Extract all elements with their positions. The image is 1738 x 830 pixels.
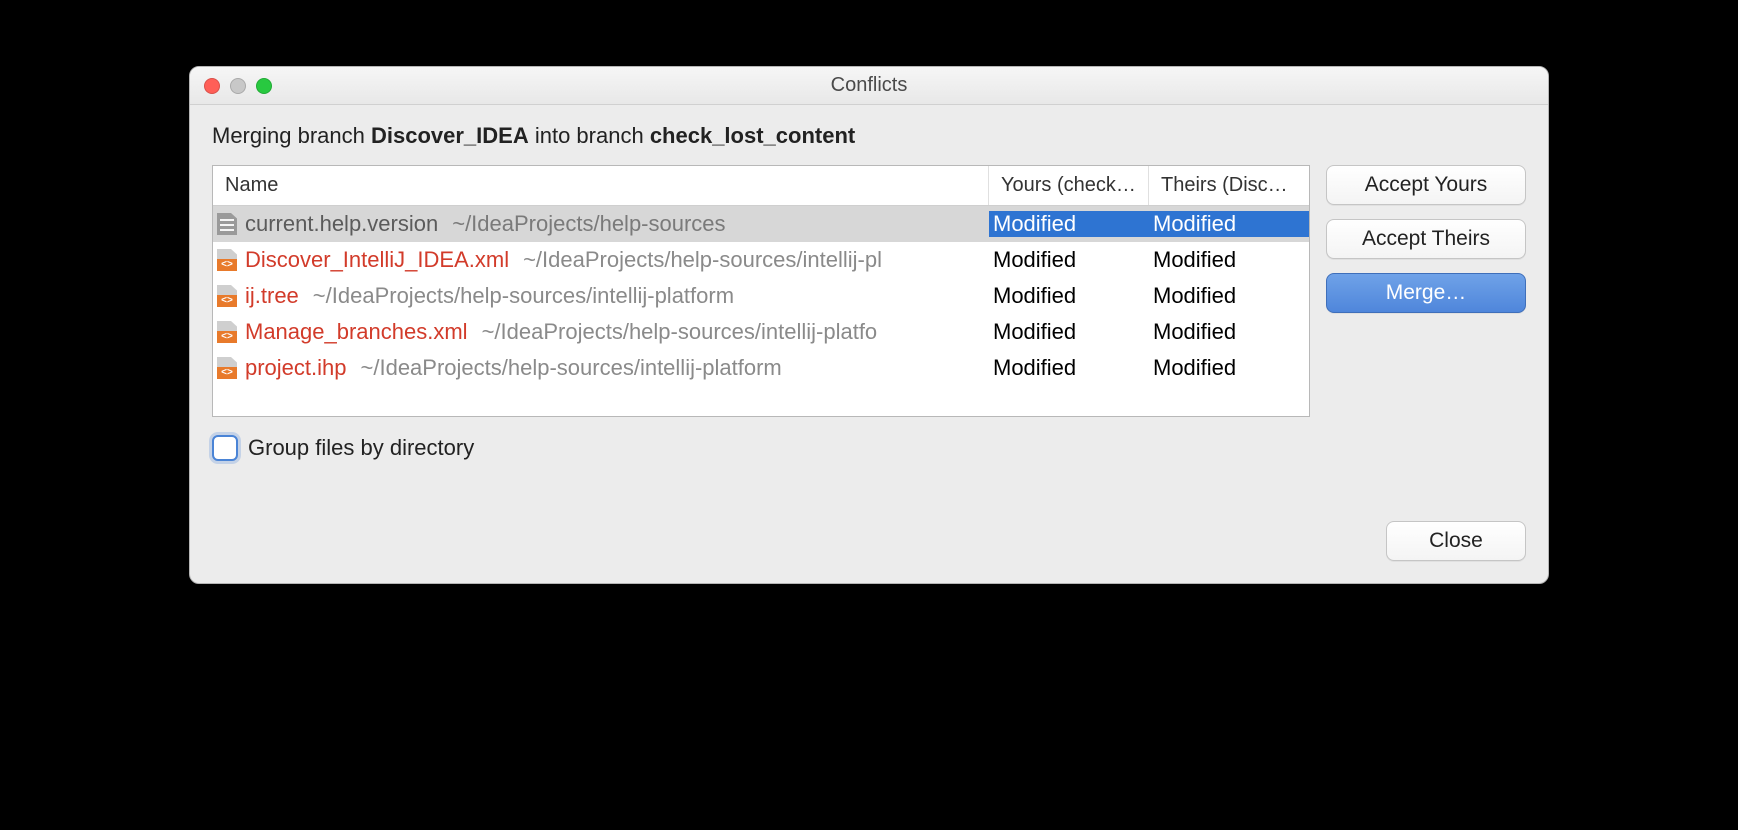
close-button[interactable]: Close [1386, 521, 1526, 561]
cell-yours: Modified [989, 319, 1149, 345]
window-title: Conflicts [190, 74, 1548, 97]
cell-name: project.ihp ~/IdeaProjects/help-sources/i… [213, 355, 989, 381]
file-name: Manage_branches.xml [245, 319, 468, 345]
cell-name: Manage_branches.xml ~/IdeaProjects/help-s… [213, 319, 989, 345]
group-by-directory-checkbox[interactable] [212, 435, 238, 461]
table-header: Name Yours (check_… Theirs (Discov… [213, 166, 1309, 206]
file-name: ij.tree [245, 283, 299, 309]
titlebar[interactable]: Conflicts [190, 67, 1548, 105]
cell-theirs: Modified [1149, 211, 1309, 237]
table-row[interactable]: Discover_IntelliJ_IDEA.xml ~/IdeaProjects… [213, 242, 1309, 278]
cell-theirs: Modified [1149, 247, 1309, 273]
maximize-window-icon[interactable] [256, 78, 272, 94]
cell-theirs: Modified [1149, 319, 1309, 345]
cell-name: ij.tree ~/IdeaProjects/help-sources/intel… [213, 283, 989, 309]
merge-source-branch: Discover_IDEA [371, 123, 529, 148]
column-header-yours[interactable]: Yours (check_… [989, 166, 1149, 205]
cell-yours: Modified [989, 355, 1149, 381]
cell-theirs: Modified [1149, 355, 1309, 381]
table-row[interactable]: Manage_branches.xml ~/IdeaProjects/help-s… [213, 314, 1309, 350]
file-path: ~/IdeaProjects/help-sources/intellij-pla… [482, 319, 878, 345]
column-header-theirs[interactable]: Theirs (Discov… [1149, 166, 1309, 205]
xml-file-icon [217, 321, 237, 343]
xml-file-icon [217, 285, 237, 307]
merge-middle: into branch [529, 123, 650, 148]
file-path: ~/IdeaProjects/help-sources/intellij-pla… [313, 283, 734, 309]
merge-message: Merging branch Discover_IDEA into branch… [212, 123, 1526, 149]
cell-yours: Modified [989, 283, 1149, 309]
xml-file-icon [217, 249, 237, 271]
accept-yours-button[interactable]: Accept Yours [1326, 165, 1526, 205]
file-path: ~/IdeaProjects/help-sources/intellij-pla… [361, 355, 782, 381]
cell-theirs: Modified [1149, 283, 1309, 309]
accept-theirs-button[interactable]: Accept Theirs [1326, 219, 1526, 259]
file-name: Discover_IntelliJ_IDEA.xml [245, 247, 509, 273]
cell-yours: Modified [989, 247, 1149, 273]
table-row[interactable]: current.help.version ~/IdeaProjects/help-… [213, 206, 1309, 242]
close-window-icon[interactable] [204, 78, 220, 94]
file-path: ~/IdeaProjects/help-sources [452, 211, 725, 237]
merge-prefix: Merging branch [212, 123, 371, 148]
text-file-icon [217, 213, 237, 235]
minimize-window-icon[interactable] [230, 78, 246, 94]
cell-name: current.help.version ~/IdeaProjects/help-… [213, 211, 989, 237]
merge-target-branch: check_lost_content [650, 123, 855, 148]
window-controls [190, 78, 272, 94]
column-header-name[interactable]: Name [213, 166, 989, 205]
merge-button[interactable]: Merge… [1326, 273, 1526, 313]
xml-file-icon [217, 357, 237, 379]
table-row[interactable]: ij.tree ~/IdeaProjects/help-sources/intel… [213, 278, 1309, 314]
cell-name: Discover_IntelliJ_IDEA.xml ~/IdeaProjects… [213, 247, 989, 273]
group-by-directory-label: Group files by directory [248, 435, 474, 461]
file-name: project.ihp [245, 355, 347, 381]
action-buttons: Accept Yours Accept Theirs Merge… [1326, 165, 1526, 313]
conflicts-dialog: Conflicts Merging branch Discover_IDEA i… [189, 66, 1549, 584]
conflicts-table: Name Yours (check_… Theirs (Discov… curr… [212, 165, 1310, 417]
file-path: ~/IdeaProjects/help-sources/intellij-pl [523, 247, 882, 273]
file-name: current.help.version [245, 211, 438, 237]
table-row[interactable]: project.ihp ~/IdeaProjects/help-sources/i… [213, 350, 1309, 386]
cell-yours: Modified [989, 211, 1149, 237]
